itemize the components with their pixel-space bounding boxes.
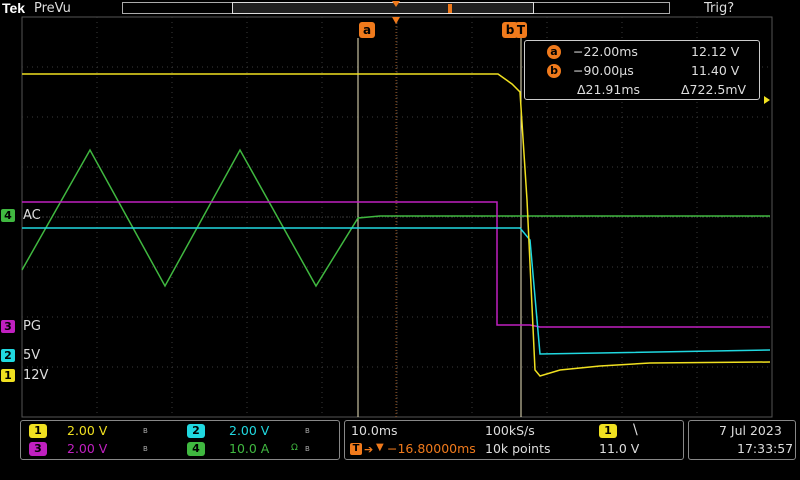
arrow-right-icon: ➔ xyxy=(364,443,374,456)
ch4-badge[interactable]: 4 xyxy=(187,442,205,456)
ch3-bw-limit-icon: B xyxy=(143,445,148,453)
ch4-bw-limit-icon: B xyxy=(305,445,310,453)
trigger-t-tag: T xyxy=(515,22,527,38)
trigger-level-marker-icon xyxy=(764,96,770,104)
datetime-panel: 7 Jul 2023 17:33:57 xyxy=(688,420,796,460)
ch2-scale[interactable]: 2.00 V xyxy=(229,423,269,438)
sample-rate: 100kS/s xyxy=(485,423,535,438)
ch1-level-marker[interactable]: 1 xyxy=(1,369,15,382)
position-marker-icon: ▼ xyxy=(376,442,384,453)
cursor-a-badge: a xyxy=(547,45,561,59)
ch4-scale[interactable]: 10.0 A xyxy=(229,441,269,456)
time: 17:33:57 xyxy=(737,441,794,456)
ch4-termination-icon: Ω xyxy=(291,443,298,453)
ch1-badge[interactable]: 1 xyxy=(29,424,47,438)
ch3-label: PG xyxy=(23,319,41,334)
ch1-scale[interactable]: 2.00 V xyxy=(67,423,107,438)
vertical-settings-panel[interactable]: 1 2.00 V B 2 2.00 V B 3 2.00 V B 4 10.0 … xyxy=(20,420,340,460)
ch3-badge[interactable]: 3 xyxy=(29,442,47,456)
cursor-b-time: −90.00µs xyxy=(573,63,634,78)
ch4-level-marker[interactable]: 4 xyxy=(1,209,15,222)
cursor-b-badge: b xyxy=(547,64,561,78)
ch2-level-marker[interactable]: 2 xyxy=(1,349,15,362)
ch2-label: 5V xyxy=(23,348,41,363)
record-length: 10k points xyxy=(485,441,551,456)
ch3-level-marker[interactable]: 3 xyxy=(1,320,15,333)
trigger-slope-icon: \ xyxy=(633,422,638,438)
trigger-position-icon: T xyxy=(350,443,362,455)
ch2-bw-limit-icon: B xyxy=(305,427,310,435)
ch4-label: AC xyxy=(23,208,41,223)
cursor-a-value: 12.12 V xyxy=(691,44,740,59)
trigger-level[interactable]: 11.0 V xyxy=(599,441,639,456)
cursor-a-tag[interactable]: a xyxy=(359,22,375,38)
trigger-source-badge[interactable]: 1 xyxy=(599,424,617,438)
ch1-label: 12V xyxy=(23,368,49,383)
horizontal-trigger-panel[interactable]: 10.0ms 100kS/s T ➔ ▼ −16.80000ms 10k poi… xyxy=(344,420,684,460)
timebase[interactable]: 10.0ms xyxy=(351,423,398,438)
ch1-bw-limit-icon: B xyxy=(143,427,148,435)
cursor-b-value: 11.40 V xyxy=(691,63,740,78)
cursor-a-time: −22.00ms xyxy=(573,44,638,59)
ch3-scale[interactable]: 2.00 V xyxy=(67,441,107,456)
cursor-delta-time: Δ21.91ms xyxy=(577,82,641,97)
ch2-badge[interactable]: 2 xyxy=(187,424,205,438)
cursor-delta-value: Δ722.5mV xyxy=(681,82,747,97)
cursor-readout: a −22.00ms 12.12 V b −90.00µs 11.40 V Δ2… xyxy=(524,40,760,100)
date: 7 Jul 2023 xyxy=(719,423,782,438)
horizontal-position[interactable]: −16.80000ms xyxy=(387,441,476,456)
